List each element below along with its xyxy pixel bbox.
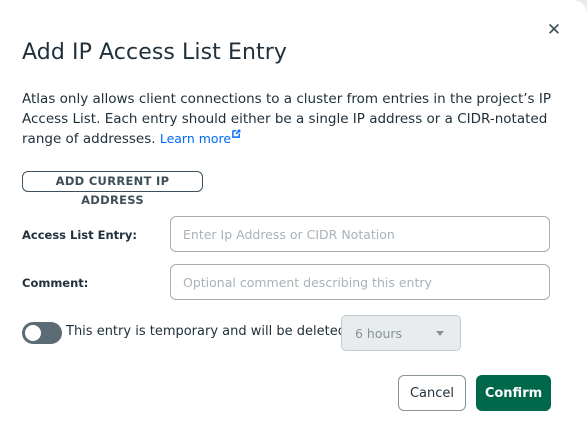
modal-description: Atlas only allows client connections to …: [22, 89, 562, 149]
duration-selected-value: 6 hours: [355, 326, 403, 341]
learn-more-link[interactable]: Learn more: [159, 129, 241, 146]
duration-select[interactable]: 6 hours: [341, 315, 461, 351]
confirm-button[interactable]: Confirm: [476, 375, 551, 411]
learn-more-label: Learn more: [159, 131, 232, 146]
comment-input[interactable]: [170, 264, 550, 300]
temporary-entry-label: This entry is temporary and will be dele…: [66, 324, 362, 339]
description-text: Atlas only allows client connections to …: [22, 91, 552, 147]
chevron-down-icon: [436, 331, 444, 336]
cancel-button[interactable]: Cancel: [398, 375, 466, 411]
add-ip-access-modal: ✕ Add IP Access List Entry Atlas only al…: [0, 0, 587, 424]
close-icon[interactable]: ✕: [546, 20, 562, 40]
toggle-knob: [25, 325, 41, 341]
modal-title: Add IP Access List Entry: [22, 40, 288, 65]
temporary-entry-toggle[interactable]: [22, 322, 62, 344]
add-current-ip-button[interactable]: ADD CURRENT IP ADDRESS: [22, 171, 203, 207]
comment-label: Comment:: [22, 276, 89, 290]
access-list-entry-label: Access List Entry:: [22, 228, 137, 242]
external-link-icon: [232, 129, 241, 138]
access-list-entry-input[interactable]: [170, 216, 550, 252]
